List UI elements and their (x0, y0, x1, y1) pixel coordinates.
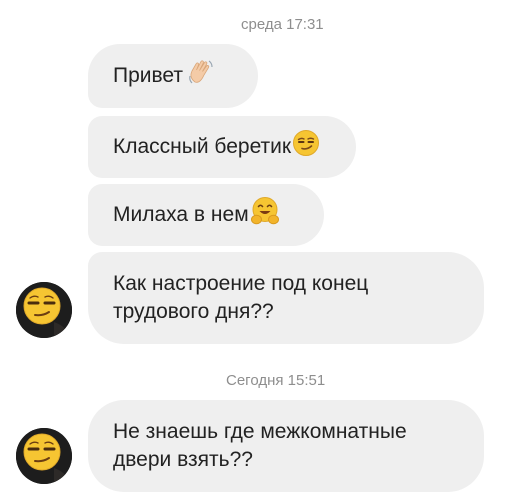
message-bubble[interactable]: Классный беретик (88, 116, 356, 178)
hugging-face-icon (250, 196, 280, 234)
message-bubble[interactable]: Как настроение под конец трудового дня?? (88, 252, 484, 344)
message-text: Милаха в нем (113, 203, 249, 226)
timestamp: Сегодня 15:51 (226, 372, 326, 389)
message-text: Как настроение под конец трудового дня?? (113, 272, 369, 323)
smirking-face-avatar-icon (16, 428, 72, 484)
message-text: Не знаешь где межкомнатные двери взять?? (113, 420, 407, 471)
waving-hand-icon (187, 58, 215, 94)
avatar[interactable] (16, 282, 72, 338)
timestamp: среда 17:31 (241, 16, 324, 33)
message-bubble[interactable]: Милаха в нем (88, 184, 324, 246)
avatar[interactable] (16, 428, 72, 484)
message-text: Классный беретик (113, 135, 292, 158)
message-bubble[interactable]: Привет (88, 44, 258, 108)
smirking-face-icon (292, 129, 320, 165)
chat-thread: среда 17:31 Привет Классный беретик Мила… (0, 0, 512, 500)
smirking-face-avatar-icon (16, 282, 72, 338)
message-bubble[interactable]: Не знаешь где межкомнатные двери взять?? (88, 400, 484, 492)
message-text: Привет (113, 64, 184, 87)
